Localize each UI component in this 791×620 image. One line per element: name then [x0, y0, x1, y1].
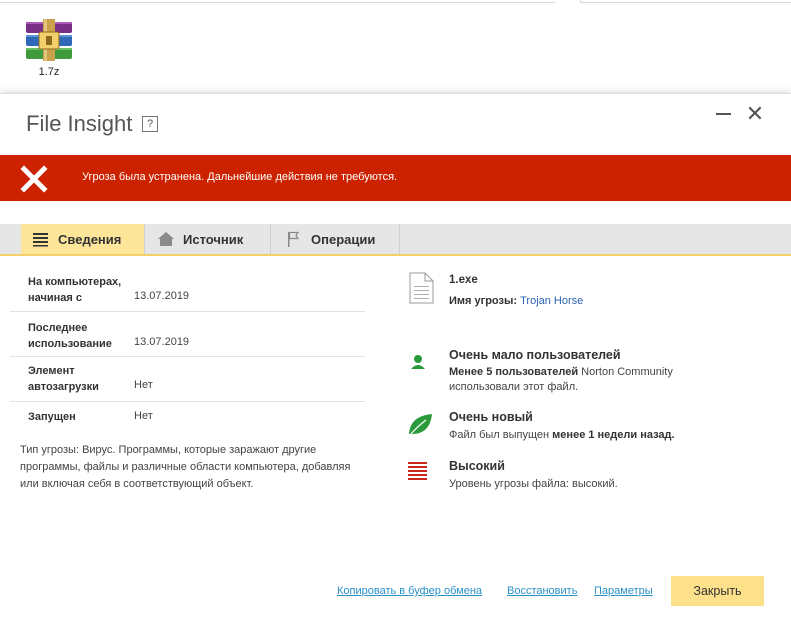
label-line: Элемент — [28, 365, 75, 377]
risk-title: Высокий — [449, 459, 505, 473]
user-icon — [406, 350, 436, 380]
tab-details[interactable]: Сведения — [21, 224, 145, 254]
users-title: Очень мало пользователей — [449, 348, 621, 362]
leaf-icon — [406, 410, 436, 440]
users-community: Norton Community — [578, 366, 673, 378]
tab-operations[interactable]: Операции — [271, 224, 400, 254]
details-value: 13.07.2019 — [134, 336, 190, 348]
alert-banner: Угроза была устранена. Дальнейшие действ… — [0, 155, 791, 201]
desktop-background: 1.7z — [0, 0, 791, 93]
details-label: На компьютерах, начиная с — [28, 274, 121, 306]
label-line: Последнее — [28, 322, 88, 334]
age-description: Файл был выпущен менее 1 недели назад. — [449, 428, 675, 443]
file-label[interactable]: 1.7z — [24, 66, 74, 78]
age-bold: менее 1 недели назад. — [552, 429, 675, 441]
users-count: Менее 5 пользователей — [449, 366, 579, 378]
details-row: На компьютерах, начиная с 13.07.2019 — [10, 266, 365, 312]
close-button[interactable]: Закрыть — [671, 576, 764, 606]
close-icon[interactable]: ✕ — [745, 103, 765, 125]
window-title: File Insight — [26, 111, 133, 136]
age-title: Очень новый — [449, 410, 533, 424]
risk-level-icon — [406, 460, 436, 490]
threat-name-label: Имя угрозы: — [449, 295, 518, 307]
list-icon — [32, 231, 50, 247]
age-text: Файл был выпущен — [449, 429, 553, 441]
help-button[interactable]: ? — [142, 116, 158, 132]
tab-label: Операции — [311, 231, 376, 247]
label-line: На компьютерах, — [28, 276, 122, 288]
label-line: Запущен — [28, 411, 76, 423]
details-value: 13.07.2019 — [134, 290, 190, 302]
home-icon — [157, 231, 175, 247]
users-description: Менее 5 пользователей Norton Community и… — [449, 365, 673, 395]
file-name: 1.exe — [449, 274, 478, 286]
details-row: Элемент автозагрузки Нет — [10, 357, 365, 402]
threat-name: Trojan Horse — [520, 295, 584, 307]
threat-description: Тип угрозы: Вирус. Программы, которые за… — [20, 444, 351, 490]
label-line: автозагрузки — [28, 381, 99, 393]
alert-message: Угроза была устранена. Дальнейшие действ… — [82, 171, 398, 183]
desktop-divider — [0, 0, 555, 3]
details-row: Последнее использование 13.07.2019 — [10, 312, 365, 357]
minimize-icon[interactable] — [716, 113, 732, 117]
tab-label: Источник — [183, 231, 244, 247]
copy-to-clipboard-link[interactable]: Копировать в буфер обмена — [337, 585, 482, 597]
risk-description: Уровень угрозы файла: высокий. — [449, 478, 618, 490]
details-label: Запущен — [28, 409, 76, 425]
details-value: Нет — [134, 379, 153, 391]
file-insight-dialog: File Insight ? ✕ Угроза была устранена. … — [0, 93, 791, 620]
label-line: использование — [28, 338, 112, 350]
x-icon — [20, 165, 48, 193]
details-row: Запущен Нет — [10, 402, 365, 432]
details-value: Нет — [134, 410, 153, 422]
restore-link[interactable]: Восстановить — [507, 585, 577, 597]
details-table: На компьютерах, начиная с 13.07.2019 Пос… — [10, 266, 365, 432]
tab-label: Сведения — [58, 231, 122, 247]
tab-bar: Сведения Источник Операции — [0, 224, 791, 256]
label-line: начиная с — [28, 292, 82, 304]
details-label: Последнее использование — [28, 320, 112, 352]
document-icon — [406, 272, 436, 304]
users-line1: Менее 5 пользователей Norton Community — [449, 365, 673, 380]
rar-archive-icon[interactable] — [24, 18, 74, 64]
desktop-divider — [580, 0, 791, 3]
flag-icon — [285, 231, 303, 247]
threat-name-line: Имя угрозы: Trojan Horse — [449, 294, 583, 309]
settings-link[interactable]: Параметры — [594, 585, 653, 597]
tab-source[interactable]: Источник — [145, 224, 271, 254]
users-line2: использовали этот файл. — [449, 381, 579, 393]
details-label: Элемент автозагрузки — [28, 363, 99, 395]
